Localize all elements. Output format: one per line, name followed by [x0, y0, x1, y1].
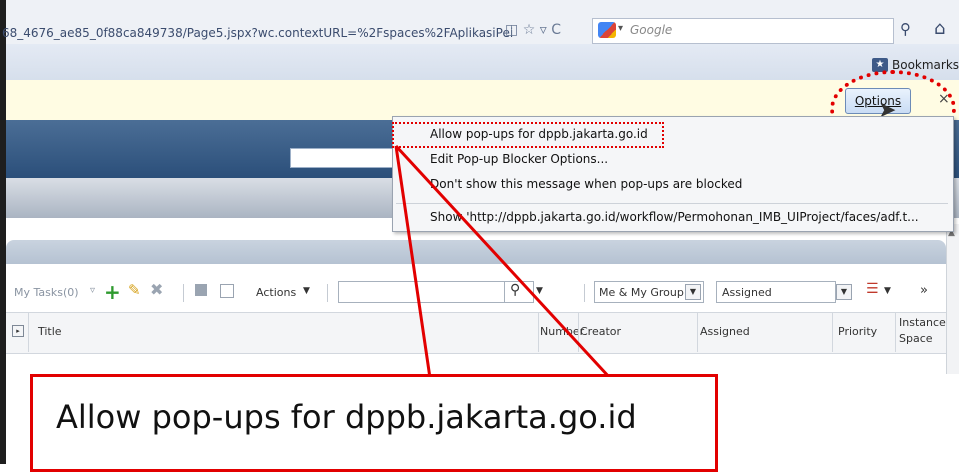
add-icon[interactable]: + — [104, 280, 121, 304]
column-divider — [832, 312, 833, 352]
toolbar-separator — [327, 284, 328, 302]
approve-icon[interactable] — [195, 284, 207, 296]
table-header-row — [6, 312, 946, 354]
home-icon[interactable]: ⌂ — [934, 18, 945, 39]
search-icon[interactable]: ⚲ — [510, 282, 520, 298]
column-instance-space[interactable]: Instance Space — [899, 315, 946, 347]
my-tasks-label[interactable]: My Tasks(0) — [14, 286, 79, 299]
address-bar-icons[interactable]: ◫ ☆ ▿ C — [505, 22, 561, 38]
task-search-input[interactable] — [338, 281, 506, 303]
bookmarks-toolbar — [6, 44, 959, 80]
my-tasks-dropdown-icon[interactable]: ▿ — [90, 285, 95, 296]
column-assigned[interactable]: Assigned — [700, 325, 750, 338]
tasks-panel-header — [6, 240, 946, 264]
column-divider — [538, 312, 539, 352]
favorite-star-icon[interactable]: ☆ — [523, 22, 536, 38]
address-url[interactable]: 68_4676_ae85_0f88ca849738/Page5.jspx?wc.… — [2, 26, 513, 40]
state-filter-value: Assigned — [722, 286, 772, 299]
column-divider — [697, 312, 698, 352]
search-options-chevron-icon[interactable]: ▼ — [536, 286, 543, 296]
vertical-scrollbar[interactable] — [946, 224, 959, 374]
column-divider — [895, 312, 896, 352]
zoomed-text: Allow pop-ups for dppb.jakarta.go.id — [56, 398, 637, 436]
chevron-down-icon[interactable]: ▼ — [836, 284, 852, 300]
search-icon[interactable]: ⚲ — [900, 20, 911, 38]
compatibility-icon[interactable]: ◫ — [505, 22, 518, 38]
delete-icon[interactable]: ✖ — [150, 280, 163, 299]
reject-icon[interactable] — [220, 284, 234, 298]
menu-item-edit-options[interactable]: Edit Pop-up Blocker Options... — [430, 152, 608, 166]
allow-item-highlight — [392, 122, 664, 148]
edit-pencil-icon[interactable]: ✎ — [128, 281, 141, 299]
more-overflow-icon[interactable]: » — [920, 283, 928, 298]
column-creator[interactable]: Creator — [580, 325, 621, 338]
dropdown-arrow-icon[interactable]: ▿ — [540, 22, 547, 38]
chevron-down-icon[interactable]: ▼ — [685, 284, 701, 300]
actions-menu[interactable]: Actions — [256, 286, 296, 299]
toolbar-separator — [584, 284, 585, 302]
toolbar-separator — [183, 284, 184, 302]
chevron-down-icon[interactable]: ▾ — [618, 23, 623, 34]
menu-item-show-popup[interactable]: Show 'http://dppb.jakarta.go.id/workflow… — [430, 210, 919, 224]
group-filter-value: Me & My Group — [599, 286, 684, 299]
refresh-icon[interactable]: C — [551, 22, 561, 38]
search-placeholder: Google — [630, 23, 673, 37]
menu-separator — [396, 203, 948, 204]
column-priority[interactable]: Priority — [838, 325, 877, 338]
column-divider — [28, 312, 29, 352]
popup-blocked-notification-bar — [6, 80, 959, 121]
google-icon[interactable] — [598, 22, 616, 38]
view-chevron-down-icon[interactable]: ▼ — [884, 286, 891, 296]
actions-chevron-down-icon[interactable]: ▼ — [303, 286, 310, 296]
menu-item-dont-show[interactable]: Don't show this message when pop-ups are… — [430, 177, 742, 191]
select-all-icon[interactable]: ▸ — [12, 325, 24, 337]
header-search-input[interactable] — [290, 148, 396, 168]
view-format-icon[interactable]: ☰ — [866, 281, 879, 297]
column-divider — [578, 312, 579, 352]
column-title[interactable]: Title — [38, 325, 62, 338]
